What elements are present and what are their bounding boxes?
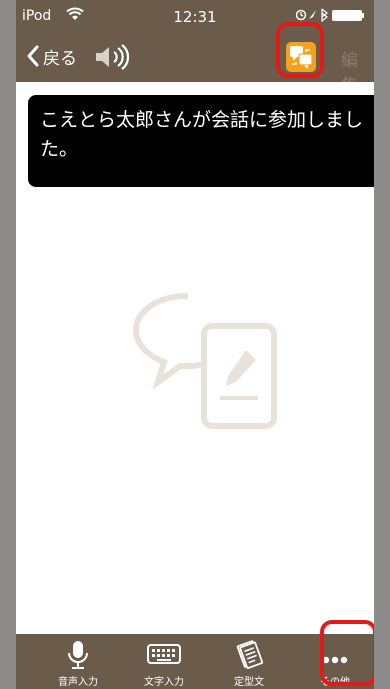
microphone-icon	[68, 641, 88, 669]
tab-text-input[interactable]: 文字入力	[129, 634, 199, 689]
tab-label: 定型文	[234, 677, 264, 688]
chevron-left-icon	[27, 45, 39, 67]
system-message: こえとら太郎さんが会話に参加しました。	[28, 95, 374, 187]
back-label: 戻る	[43, 48, 77, 69]
tab-label: 音声入力	[58, 677, 98, 688]
tab-fixed-phrases[interactable]: 定型文	[214, 634, 284, 689]
tab-label: 文字入力	[144, 677, 184, 688]
notes-icon	[236, 640, 264, 669]
conversation-area: こえとら太郎さんが会話に参加しました。	[16, 82, 374, 634]
back-button[interactable]: 戻る	[26, 40, 77, 72]
keyboard-icon	[147, 644, 181, 664]
tab-voice-input[interactable]: 音声入力	[43, 634, 113, 689]
speaker-icon[interactable]	[94, 44, 130, 70]
highlight-frame	[320, 620, 374, 686]
status-icons	[296, 8, 364, 23]
phone-screen: iPod 12:31 戻る 編 こえとら太郎さんが会話に参加しました。 音声入力…	[16, 0, 374, 689]
conversation-placeholder-icon	[132, 293, 277, 429]
highlight-frame	[276, 22, 324, 78]
